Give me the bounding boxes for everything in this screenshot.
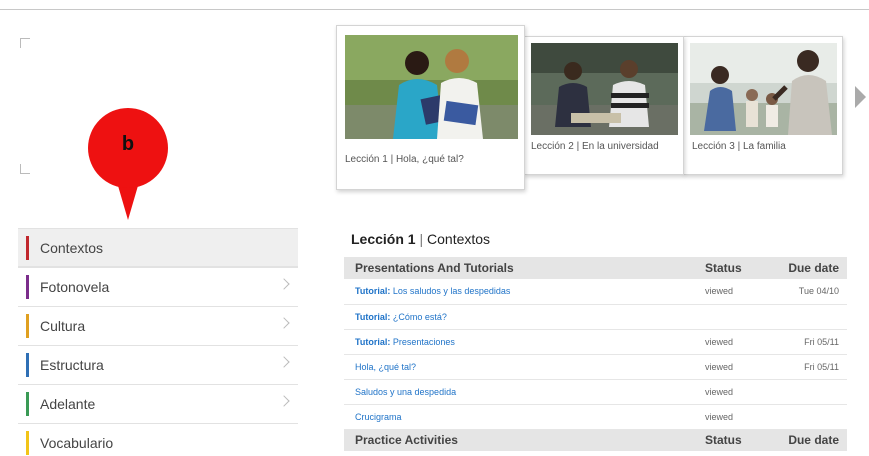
assignment-due-date <box>764 304 847 330</box>
sidebar-item-cultura[interactable]: Cultura <box>18 306 298 345</box>
assignment-link[interactable]: Hola, ¿qué tal? <box>355 362 416 372</box>
carousel-next-icon[interactable] <box>855 86 866 108</box>
lesson-3-photo <box>690 43 837 135</box>
assignment-status <box>694 304 764 330</box>
lesson-2-caption: Lección 2 | En la universidad <box>531 141 659 152</box>
sidebar-item-label: Estructura <box>40 357 104 373</box>
assignments-table: Presentations And Tutorials Status Due d… <box>344 257 847 451</box>
sidebar-item-label: Adelante <box>40 396 96 412</box>
chevron-right-icon <box>278 317 290 329</box>
assignment-link[interactable]: Crucigrama <box>355 412 402 422</box>
table-row: Tutorial: Presentaciones viewed Fri 05/1… <box>344 329 847 355</box>
lesson-1-caption: Lección 1 | Hola, ¿qué tal? <box>345 154 464 165</box>
table-row: Tutorial: Los saludos y las despedidas v… <box>344 279 847 305</box>
section-color-bar <box>26 236 29 260</box>
table-row: Crucigrama viewed <box>344 404 847 430</box>
assignment-status: viewed <box>694 379 764 405</box>
top-divider <box>0 9 869 10</box>
sidebar: Contextos Fotonovela Cultura Estructura … <box>18 228 298 456</box>
table-section-header: Presentations And Tutorials Status Due d… <box>344 257 847 279</box>
assignment-due-date: Tue 04/10 <box>764 279 847 305</box>
assignment-link[interactable]: Tutorial: Los saludos y las despedidas <box>355 286 510 296</box>
assignment-status: viewed <box>694 279 764 305</box>
sidebar-item-contextos[interactable]: Contextos <box>18 228 298 267</box>
assignment-status: viewed <box>694 404 764 430</box>
table-row: Saludos y una despedida viewed <box>344 379 847 405</box>
sidebar-item-fotonovela[interactable]: Fotonovela <box>18 267 298 306</box>
lesson-3-caption: Lección 3 | La familia <box>692 141 786 152</box>
assignment-due-date <box>764 379 847 405</box>
placeholder-corner-top <box>20 38 30 48</box>
assignment-link[interactable]: Saludos y una despedida <box>355 387 456 397</box>
assignment-status: viewed <box>694 354 764 380</box>
lesson-1-photo <box>345 35 518 139</box>
sidebar-item-label: Fotonovela <box>40 279 110 295</box>
status-column-header: Status <box>694 257 764 279</box>
sidebar-item-label: Contextos <box>40 240 104 256</box>
due-date-column-header: Due date <box>764 257 847 279</box>
section-color-bar <box>26 392 29 416</box>
section-header-title: Presentations And Tutorials <box>344 257 694 279</box>
assignment-link[interactable]: Tutorial: ¿Cómo está? <box>355 312 447 322</box>
section-color-bar <box>26 275 29 299</box>
page-title: Lección 1 | Contextos <box>351 231 490 247</box>
sidebar-item-label: Cultura <box>40 318 86 334</box>
table-row: Tutorial: ¿Cómo está? <box>344 304 847 330</box>
sidebar-item-adelante[interactable]: Adelante <box>18 384 298 423</box>
section-color-bar <box>26 314 29 338</box>
section-color-bar <box>26 353 29 377</box>
lesson-title: Lección 1 <box>351 231 416 247</box>
assignment-link[interactable]: Tutorial: Presentaciones <box>355 337 455 347</box>
lesson-card-3[interactable]: Lección 3 | La familia <box>683 36 843 175</box>
lesson-card-2[interactable]: Lección 2 | En la universidad <box>524 36 684 175</box>
table-row: Hola, ¿qué tal? viewed Fri 05/11 <box>344 354 847 380</box>
table-section-header: Practice Activities Status Due date <box>344 429 847 451</box>
lesson-card-1[interactable]: Lección 1 | Hola, ¿qué tal? <box>336 25 525 190</box>
lesson-2-photo <box>531 43 678 135</box>
callout-label: b <box>121 133 135 155</box>
status-column-header: Status <box>694 429 764 451</box>
assignment-due-date <box>764 404 847 430</box>
sidebar-item-vocabulario[interactable]: Vocabulario <box>18 423 298 456</box>
title-separator: | <box>419 231 424 247</box>
section-title: Contextos <box>427 231 491 247</box>
section-color-bar <box>26 431 29 455</box>
assignment-due-date: Fri 05/11 <box>764 329 847 355</box>
chevron-right-icon <box>278 395 290 407</box>
assignment-status: viewed <box>694 329 764 355</box>
chevron-right-icon <box>278 356 290 368</box>
section-header-title: Practice Activities <box>344 429 694 451</box>
chevron-right-icon <box>278 278 290 290</box>
sidebar-item-estructura[interactable]: Estructura <box>18 345 298 384</box>
assignment-due-date: Fri 05/11 <box>764 354 847 380</box>
sidebar-item-label: Vocabulario <box>40 435 114 451</box>
placeholder-corner-bottom <box>20 164 30 174</box>
due-date-column-header: Due date <box>764 429 847 451</box>
